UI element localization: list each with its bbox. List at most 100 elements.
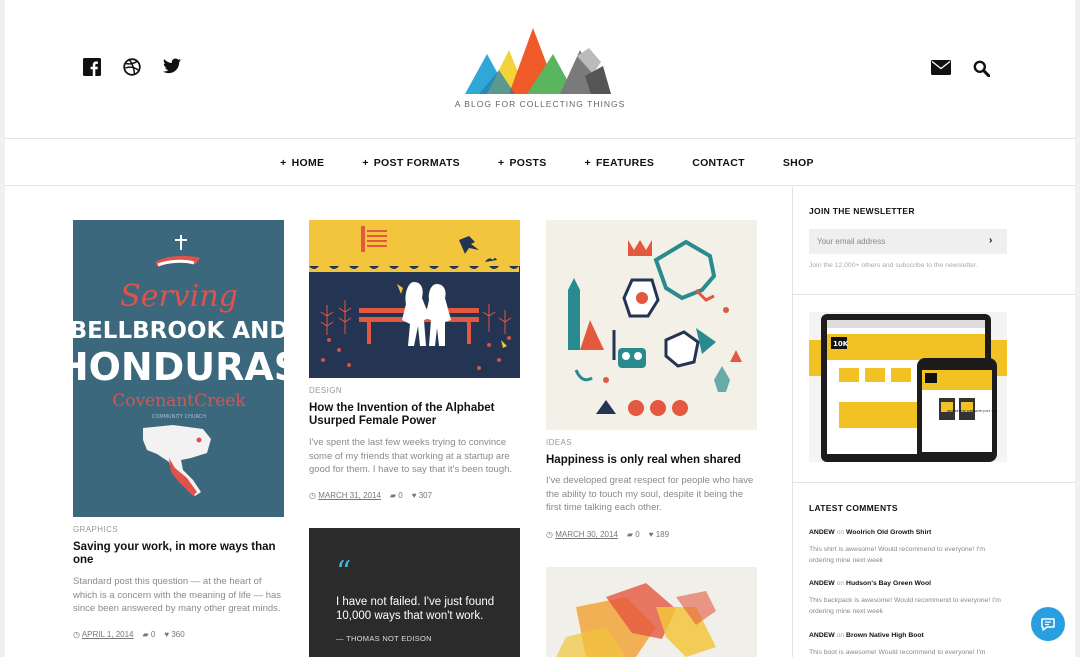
sidebar-separator	[793, 482, 1075, 483]
twitter-icon[interactable]	[163, 58, 181, 76]
post-likes[interactable]: ♥ 189	[649, 530, 669, 539]
comment-author[interactable]: ANDEW on Brown Native High Boot	[809, 632, 924, 639]
clock-icon: ◷	[73, 630, 82, 639]
date-text: MARCH 31, 2014	[318, 491, 381, 500]
post-excerpt: Standard post this question — at the hea…	[73, 576, 282, 614]
likes-count: 189	[655, 530, 670, 539]
post-thumbnail-tshirt[interactable]: Serving BELLBROOK AND HONDURAS CovenantC…	[73, 220, 284, 517]
post-date[interactable]: ◷ MARCH 30, 2014	[546, 530, 618, 539]
post-thumbnail-happiness[interactable]	[546, 220, 757, 430]
post-meta: ◷ MARCH 31, 2014 ▰ 0 ♥ 307	[309, 491, 432, 500]
comment-on: on	[836, 529, 845, 536]
submenu-marker: +	[280, 156, 287, 169]
newsletter-note: Join the 12,000+ others and subscribe to…	[809, 262, 978, 269]
likes-count: 360	[171, 630, 185, 639]
page-edge	[1075, 0, 1080, 657]
post-meta: ◷ APRIL 1, 2014 ▰ 0 ♥ 360	[73, 630, 185, 639]
site-logo[interactable]	[465, 26, 615, 96]
nav-label: CONTACT	[692, 156, 745, 169]
newsletter-email-input[interactable]: Your email address	[809, 229, 1007, 254]
likes-count: 307	[418, 491, 433, 500]
comment-text: This boot is awesome! Would recommend to…	[809, 649, 986, 656]
chat-button[interactable]	[1031, 607, 1065, 641]
chat-bubble-icon	[1041, 618, 1055, 631]
header-actions	[931, 60, 993, 78]
heart-icon: ♥	[648, 530, 656, 539]
comment-text: This shirt is awesome! Would recommend t…	[809, 546, 986, 564]
post-comments[interactable]: ▰ 0	[143, 630, 156, 639]
tshirt-headline-1: BELLBROOK AND	[73, 318, 284, 344]
ad-device-illustration: 10K INSPIRE THE WEB WITH JUST 10K.	[809, 312, 1007, 462]
nav-item-contact[interactable]: CONTACT	[692, 157, 745, 169]
site-header: A BLOG FOR COLLECTING THINGS	[5, 0, 1075, 139]
post-excerpt: I've spent the last few weeks trying to …	[309, 437, 513, 475]
date-text: MARCH 30, 2014	[555, 530, 618, 539]
quote-author: — THOMAS NOT EDISON	[336, 634, 432, 643]
quote-post[interactable]: “ I have not failed. I've just found 10,…	[309, 528, 520, 657]
comment-on: on	[836, 580, 845, 587]
search-icon[interactable]	[973, 60, 993, 78]
post-category[interactable]: IDEAS	[546, 438, 572, 447]
tshirt-illustration: Serving BELLBROOK AND HONDURAS CovenantC…	[73, 220, 284, 517]
nav-label: POSTS	[509, 156, 547, 169]
nav-item-home[interactable]: + HOME	[280, 157, 324, 169]
newsletter-submit-icon[interactable]: ›	[989, 235, 992, 246]
heart-icon: ♥	[411, 491, 419, 500]
nav-list: + HOME + POST FORMATS + POSTS + FEATURES CON…	[280, 157, 814, 169]
comment-on: on	[836, 632, 845, 639]
quote-text: I have not failed. I've just found 10,00…	[336, 596, 495, 622]
sidebar-divider	[792, 187, 793, 657]
comment-icon: ▰	[142, 630, 151, 639]
facebook-icon[interactable]	[83, 58, 101, 76]
main-nav: + HOME + POST FORMATS + POSTS + FEATURES CON…	[5, 140, 1075, 186]
post-likes[interactable]: ♥ 307	[412, 491, 432, 500]
comments-count: 0	[635, 530, 640, 539]
post-category[interactable]: DESIGN	[309, 386, 342, 395]
post-title[interactable]: How the Invention of the Alphabet Usurpe…	[309, 402, 520, 428]
social-links	[83, 58, 181, 76]
latest-comments-heading: LATEST COMMENTS	[809, 503, 898, 513]
comment-post-link[interactable]: Hudson's Bay Green Wool	[846, 580, 931, 587]
nav-label: POST FORMATS	[373, 156, 460, 169]
tshirt-org-sub: COMMUNITY CHURCH	[152, 414, 206, 420]
alphabet-illustration	[309, 220, 520, 378]
newsletter-heading: JOIN THE NEWSLETTER	[809, 206, 915, 216]
nav-label: HOME	[291, 156, 325, 169]
post-thumbnail-alphabet[interactable]	[309, 220, 520, 378]
ad-tagline: INSPIRE THE WEB WITH JUST 10K.	[947, 409, 998, 413]
site-tagline: A BLOG FOR COLLECTING THINGS	[454, 99, 626, 109]
dribbble-icon[interactable]	[123, 58, 141, 76]
post-comments[interactable]: ▰ 0	[390, 491, 403, 500]
comment-post-link[interactable]: Woolrich Old Growth Shirt	[846, 529, 931, 536]
sidebar-ad[interactable]: 10K INSPIRE THE WEB WITH JUST 10K.	[809, 312, 1007, 462]
post-category[interactable]: GRAPHICS	[73, 525, 118, 534]
post-likes[interactable]: ♥ 360	[164, 630, 184, 639]
abstract-illustration	[546, 567, 757, 657]
post-comments[interactable]: ▰ 0	[627, 530, 640, 539]
post-excerpt: I've developed great respect for people …	[546, 475, 754, 513]
comment-author-name: ANDEW	[809, 529, 835, 536]
nav-item-shop[interactable]: SHOP	[783, 157, 814, 169]
post-date[interactable]: ◷ MARCH 31, 2014	[309, 491, 381, 500]
clock-icon: ◷	[546, 530, 556, 539]
tshirt-title: Serving	[120, 279, 238, 314]
comment-author[interactable]: ANDEW on Woolrich Old Growth Shirt	[809, 529, 931, 536]
sidebar-separator	[793, 294, 1075, 295]
post-date[interactable]: ◷ APRIL 1, 2014	[73, 630, 134, 639]
post-meta: ◷ MARCH 30, 2014 ▰ 0 ♥ 189	[546, 530, 669, 539]
nav-label: SHOP	[782, 156, 814, 169]
post-thumbnail-abstract[interactable]	[546, 567, 757, 657]
post-title[interactable]: Saving your work, in more ways than one	[73, 541, 284, 567]
comments-count: 0	[150, 630, 156, 639]
comment-author[interactable]: ANDEW on Hudson's Bay Green Wool	[809, 580, 931, 587]
submenu-marker: +	[498, 156, 505, 169]
post-title[interactable]: Happiness is only real when shared	[546, 454, 757, 467]
happiness-illustration	[546, 220, 757, 430]
nav-item-features[interactable]: + FEATURES	[585, 157, 655, 169]
comment-post-link[interactable]: Brown Native High Boot	[846, 632, 924, 639]
mail-icon[interactable]	[931, 60, 951, 78]
nav-item-post-formats[interactable]: + POST FORMATS	[362, 157, 460, 169]
nav-item-posts[interactable]: + POSTS	[498, 157, 547, 169]
quote-icon: “	[336, 555, 352, 590]
page: A BLOG FOR COLLECTING THINGS + HOME + POST…	[5, 0, 1075, 657]
